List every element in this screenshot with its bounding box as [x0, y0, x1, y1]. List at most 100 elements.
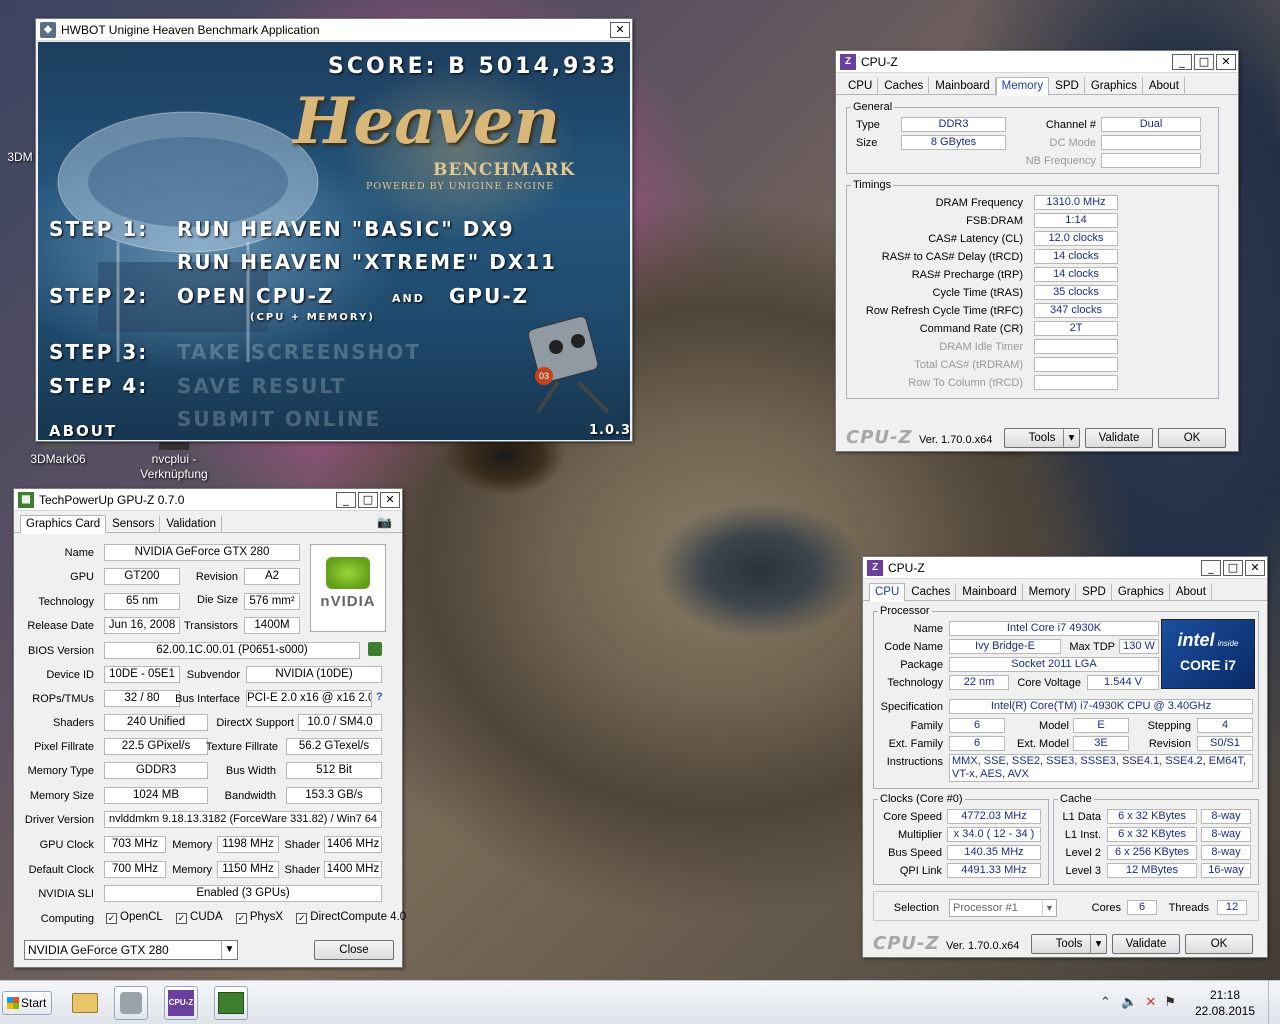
ok-button[interactable]: OK	[1158, 428, 1226, 448]
close-button[interactable]: ✕	[1216, 53, 1236, 70]
close-button[interactable]: ✕	[610, 21, 630, 38]
tab-graphics-card[interactable]: Graphics Card	[20, 515, 107, 534]
desktop-icon-3dmark06[interactable]: 3DMark06	[20, 440, 96, 467]
close-button[interactable]: ✕	[1245, 559, 1265, 576]
timing-label: DRAM Frequency	[935, 197, 1023, 209]
heaven-titlebar[interactable]: ◆ HWBOT Unigine Heaven Benchmark Applica…	[36, 19, 632, 41]
close-dialog-button[interactable]: Close	[314, 940, 394, 960]
timing-value: 2T	[1034, 321, 1118, 336]
window-title: TechPowerUp GPU-Z 0.7.0	[39, 492, 185, 507]
minimize-button[interactable]: _	[1201, 559, 1221, 576]
cpuz-app-icon: Z	[867, 559, 883, 576]
businterface-label: Bus Interface	[175, 693, 240, 705]
cuda-checkbox[interactable]: ✓	[176, 913, 188, 924]
gpuz-icon	[218, 992, 244, 1014]
bios-save-icon[interactable]	[368, 642, 382, 656]
tab-graphics[interactable]: Graphics	[1112, 583, 1170, 601]
card-select[interactable]: NVIDIA GeForce GTX 280 ▼	[24, 940, 238, 960]
extfamily-label: Ext. Family	[888, 738, 943, 750]
taskbar-heaven[interactable]	[114, 986, 148, 1020]
default-memory-label: Memory	[172, 864, 212, 876]
desktop-icon-nvcplui[interactable]: nvcplui - Verknüpfung	[136, 440, 212, 482]
tab-memory[interactable]: Memory	[995, 77, 1050, 96]
open-cpuz-button[interactable]: OPEN CPU-Z	[177, 284, 334, 308]
tab-sensors[interactable]: Sensors	[106, 515, 161, 533]
name-value: Intel Core i7 4930K	[949, 621, 1159, 636]
maximize-button[interactable]: □	[358, 491, 378, 508]
show-hidden-icon[interactable]: ⌃	[1100, 995, 1111, 1010]
dropdown-arrow-icon: ▾	[1063, 429, 1079, 447]
maximize-button[interactable]: □	[1194, 53, 1214, 70]
tab-caches[interactable]: Caches	[905, 583, 957, 601]
group-legend: Cache	[1060, 793, 1092, 805]
tab-validation[interactable]: Validation	[160, 515, 222, 533]
transistors-value: 1400M	[244, 617, 300, 634]
tab-about[interactable]: About	[1143, 77, 1185, 95]
size-label: Size	[856, 137, 878, 149]
nbfreq-label: NB Frequency	[1025, 155, 1096, 167]
timing-label: Row Refresh Cycle Time (tRFC)	[865, 305, 1023, 317]
run-basic-dx9-button[interactable]: RUN HEAVEN "BASiC" DX9	[177, 217, 515, 241]
opencl-checkbox[interactable]: ✓	[106, 913, 117, 924]
heaven-logo-powered: POWERED BY UNIGINE ENGINE	[366, 181, 555, 192]
cores-value: 6	[1127, 900, 1157, 915]
timing-label: FSB:DRAM	[966, 215, 1023, 227]
cpuz-logo: CPU-Z	[846, 427, 913, 448]
volume-icon[interactable]: 🔈	[1121, 995, 1137, 1010]
clock[interactable]: 21:18 22.08.2015	[1190, 987, 1260, 1019]
close-button[interactable]: ✕	[380, 491, 400, 508]
dropdown-arrow-icon: ▾	[1090, 935, 1106, 953]
help-icon[interactable]: ?	[376, 691, 383, 703]
physx-checkbox[interactable]: ✓	[235, 913, 247, 924]
about-button[interactable]: ABOUT	[49, 422, 117, 440]
tab-caches[interactable]: Caches	[878, 77, 930, 95]
desktop-icon-3dm[interactable]: 3DM	[0, 150, 40, 165]
tab-memory[interactable]: Memory	[1023, 583, 1077, 601]
tools-button[interactable]: Tools ▾	[1004, 428, 1080, 448]
size-value: 8 GBytes	[901, 135, 1006, 150]
cpuz-titlebar[interactable]: Z CPU-Z _ □ ✕	[836, 51, 1238, 73]
tab-about[interactable]: About	[1170, 583, 1212, 601]
network-icon[interactable]: ✕	[1145, 995, 1156, 1010]
start-button[interactable]: Start	[2, 991, 52, 1015]
taskbar-explorer[interactable]	[68, 986, 102, 1020]
tab-mainboard[interactable]: Mainboard	[956, 583, 1023, 601]
selection-select[interactable]: Processor #1 ▼	[949, 899, 1057, 917]
taskbar-gpuz[interactable]	[214, 986, 248, 1020]
cache-label: L1 Data	[1062, 811, 1101, 823]
taskbar-cpuz[interactable]: CPU-Z	[164, 986, 198, 1020]
tab-cpu[interactable]: CPU	[842, 77, 879, 95]
model-value: E	[1073, 718, 1129, 733]
open-gpuz-button[interactable]: GPU-Z	[449, 284, 529, 308]
show-desktop-button[interactable]	[1268, 981, 1280, 1024]
run-xtreme-dx11-button[interactable]: RUN HEAVEN "XTREME" DX11	[177, 250, 557, 274]
tab-spd[interactable]: SPD	[1049, 77, 1085, 95]
camera-icon[interactable]: 📷	[377, 515, 392, 529]
memtype-value: GDDR3	[104, 762, 208, 779]
minimize-button[interactable]: _	[336, 491, 356, 508]
maximize-button[interactable]: □	[1223, 559, 1243, 576]
submit-online-button[interactable]: SUBMiT ONLiNE	[177, 407, 381, 431]
release-value: Jun 16, 2008	[104, 617, 180, 634]
ok-button[interactable]: OK	[1185, 934, 1253, 954]
tab-graphics[interactable]: Graphics	[1085, 77, 1143, 95]
tools-button[interactable]: Tools ▾	[1031, 934, 1107, 954]
tab-mainboard[interactable]: Mainboard	[929, 77, 996, 95]
gpuclock-value: 703 MHz	[104, 836, 166, 853]
take-screenshot-button[interactable]: TAKE SCREENSHOT	[177, 340, 421, 364]
minimize-button[interactable]: _	[1172, 53, 1192, 70]
validate-button[interactable]: Validate	[1112, 934, 1180, 954]
tab-cpu[interactable]: CPU	[869, 583, 906, 602]
cpuz-titlebar[interactable]: Z CPU-Z _ □ ✕	[863, 557, 1267, 579]
timing-label: DRAM Idle Timer	[939, 341, 1023, 353]
directcompute-checkbox[interactable]: ✓	[296, 913, 308, 924]
tab-spd[interactable]: SPD	[1076, 583, 1112, 601]
action-center-icon[interactable]: ⚑	[1164, 995, 1176, 1010]
version-text: Ver. 1.70.0.x64	[946, 940, 1020, 952]
cache-label: Level 2	[1065, 847, 1101, 859]
validate-button[interactable]: Validate	[1085, 428, 1153, 448]
save-result-button[interactable]: SAVE RESULT	[177, 374, 346, 398]
nvidia-wordmark: nVIDIA	[320, 593, 376, 610]
corespeed-value: 4772.03 MHz	[947, 809, 1041, 824]
gpuz-titlebar[interactable]: ▦ TechPowerUp GPU-Z 0.7.0 _ □ ✕	[14, 489, 402, 511]
